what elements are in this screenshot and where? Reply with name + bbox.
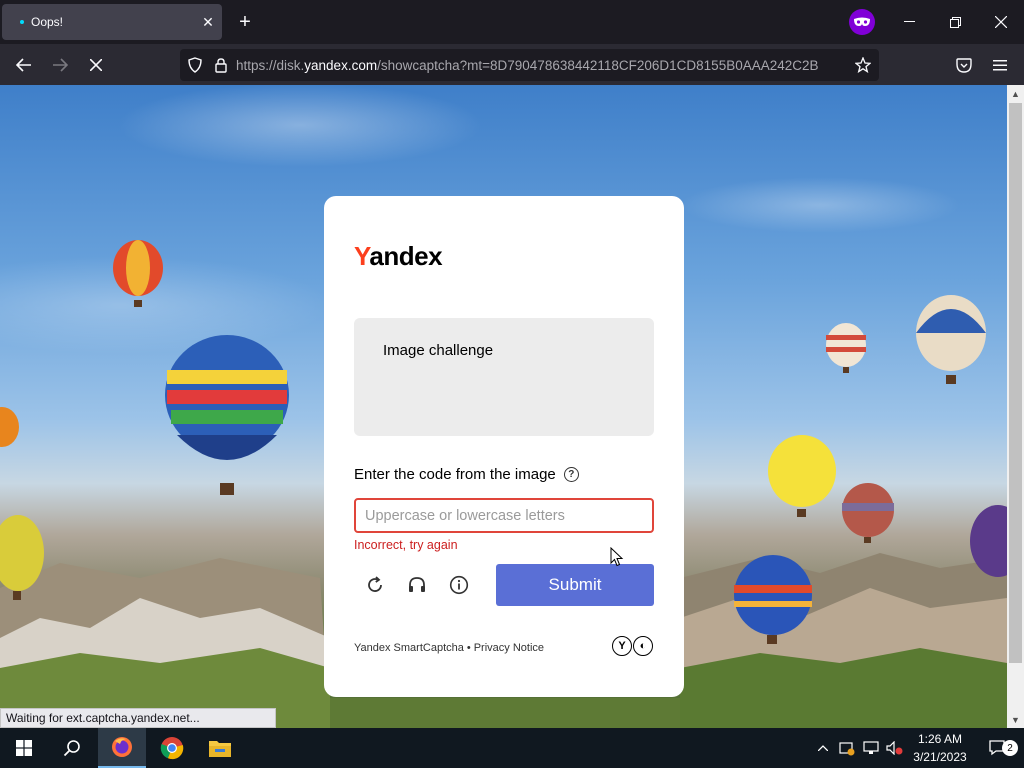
search-icon[interactable] [48, 728, 96, 768]
help-icon[interactable]: ? [563, 467, 579, 482]
scrollbar-thumb[interactable] [1009, 103, 1022, 663]
scroll-up-icon[interactable]: ▲ [1007, 85, 1024, 102]
volume-muted-icon[interactable] [884, 728, 906, 768]
restore-icon[interactable] [932, 0, 978, 44]
yandex-cloud-logo-icon: Y ◐ [612, 636, 653, 656]
info-icon[interactable] [445, 571, 473, 599]
image-challenge-alt-text: Image challenge [383, 342, 494, 359]
new-tab-button[interactable]: + [230, 6, 260, 38]
hot-air-balloon [916, 295, 986, 384]
stop-loading-button[interactable] [80, 49, 112, 81]
tab-title: Oops! [31, 15, 64, 29]
pocket-icon[interactable] [948, 49, 980, 81]
hot-air-balloon [113, 240, 163, 307]
page-scrollbar[interactable]: ▲ ▼ [1007, 85, 1024, 728]
scroll-down-icon[interactable]: ▼ [1007, 711, 1024, 728]
refresh-icon[interactable] [361, 571, 389, 599]
code-label: Enter the code from the image ? [354, 466, 579, 483]
notification-count-badge: 2 [1002, 740, 1018, 756]
network-icon[interactable] [860, 728, 882, 768]
tab-loading-dot [20, 20, 24, 24]
captcha-code-input[interactable] [354, 498, 654, 533]
tab-bar: Oops! ✕ + [0, 0, 1024, 44]
mouse-cursor-icon [610, 547, 624, 567]
hot-air-balloon [842, 483, 894, 543]
private-browsing-icon [849, 9, 875, 35]
back-button[interactable] [8, 49, 40, 81]
privacy-notice-link[interactable]: Privacy Notice [474, 642, 544, 654]
menu-hamburger-icon[interactable] [984, 49, 1016, 81]
windows-taskbar: 1:26 AM 3/21/2023 2 [0, 728, 1024, 768]
hot-air-balloon [165, 335, 289, 495]
url-text[interactable]: https://disk.yandex.com/showcaptcha?mt=8… [236, 58, 847, 73]
smartcaptcha-link[interactable]: Yandex SmartCaptcha [354, 642, 464, 654]
navigation-toolbar: https://disk.yandex.com/showcaptcha?mt=8… [0, 44, 1024, 85]
chrome-taskbar-icon[interactable] [148, 728, 196, 768]
tray-expand-icon[interactable] [814, 728, 832, 768]
clock-date: 3/21/2023 [913, 750, 967, 764]
hot-air-balloon [826, 323, 866, 373]
hot-air-balloon [734, 555, 812, 644]
forward-button[interactable] [44, 49, 76, 81]
captcha-card: Yandex Image challenge Enter the code fr… [324, 196, 684, 697]
system-clock[interactable]: 1:26 AM 3/21/2023 [905, 730, 975, 766]
security-warning-icon[interactable] [836, 728, 858, 768]
hot-air-balloon [0, 407, 19, 447]
audio-headphones-icon[interactable] [403, 571, 431, 599]
close-tab-icon[interactable]: ✕ [194, 8, 222, 36]
address-bar[interactable]: https://disk.yandex.com/showcaptcha?mt=8… [180, 49, 879, 81]
windows-start-icon[interactable] [0, 728, 48, 768]
lock-icon[interactable] [210, 49, 232, 81]
captcha-footer: Yandex SmartCaptcha • Privacy Notice [354, 642, 544, 654]
submit-button[interactable]: Submit [496, 564, 654, 606]
bookmark-star-icon[interactable] [847, 49, 879, 81]
tracking-protection-shield-icon[interactable] [180, 49, 210, 81]
hot-air-balloon [768, 435, 836, 517]
action-center-icon[interactable]: 2 [976, 728, 1020, 768]
status-panel: Waiting for ext.captcha.yandex.net... [0, 708, 276, 728]
clock-time: 1:26 AM [917, 732, 963, 746]
hot-air-balloon [970, 505, 1007, 577]
tab-oops[interactable]: Oops! ✕ [2, 4, 222, 40]
close-window-icon[interactable] [978, 0, 1024, 44]
minimize-icon[interactable] [886, 0, 932, 44]
file-explorer-icon[interactable] [196, 728, 244, 768]
footer-separator: • [466, 642, 471, 654]
image-challenge-box: Image challenge [354, 318, 654, 436]
firefox-taskbar-icon[interactable] [98, 728, 146, 768]
yandex-logo: Yandex [354, 241, 443, 271]
hot-air-balloon [0, 515, 44, 600]
error-message: Incorrect, try again [354, 538, 458, 552]
